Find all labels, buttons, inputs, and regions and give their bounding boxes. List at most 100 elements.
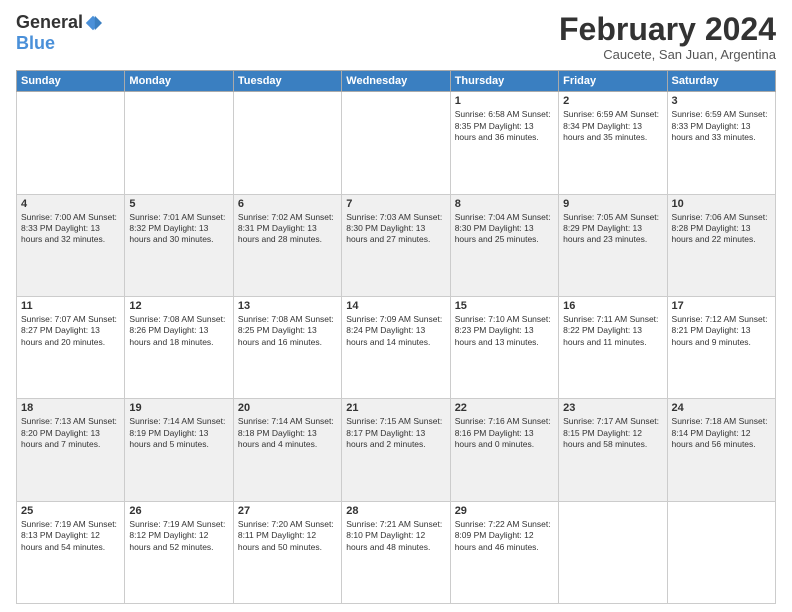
calendar-cell: [125, 92, 233, 194]
calendar-cell: 13Sunrise: 7:08 AM Sunset: 8:25 PM Dayli…: [233, 296, 341, 398]
calendar-cell: 26 Sunrise: 7:19 AM Sunset: 8:12 PM Dayli…: [125, 501, 233, 603]
calendar-cell: 28 Sunrise: 7:21 AM Sunset: 8:10 PM Dayli…: [342, 501, 450, 603]
day-number: 11: [21, 300, 120, 312]
day-number: 24: [672, 402, 771, 414]
calendar-cell: 7 Sunrise: 7:03 AM Sunset: 8:30 PM Daylig…: [342, 194, 450, 296]
day-number: 4: [21, 198, 120, 210]
calendar-cell: 3 Sunrise: 6:59 AM Sunset: 8:33 PM Daylig…: [667, 92, 775, 194]
day-info: Sunrise: 7:09 AM Sunset: 8:24 PM Dayligh…: [346, 314, 445, 348]
day-info: Sunrise: 7:03 AM Sunset: 8:30 PM Dayligh…: [346, 212, 445, 246]
day-number: 10: [672, 198, 771, 210]
day-number: 2: [563, 95, 662, 107]
calendar-cell: 18Sunrise: 7:13 AM Sunset: 8:20 PM Dayli…: [17, 399, 125, 501]
day-info: Sunrise: 7:19 AM Sunset: 8:12 PM Dayligh…: [129, 519, 228, 553]
logo-blue-text: Blue: [16, 33, 55, 54]
calendar-cell: 1Sunrise: 6:58 AM Sunset: 8:35 PM Daylig…: [450, 92, 558, 194]
day-info: Sunrise: 7:21 AM Sunset: 8:10 PM Dayligh…: [346, 519, 445, 553]
day-number: 5: [129, 198, 228, 210]
day-info: Sunrise: 7:15 AM Sunset: 8:17 PM Dayligh…: [346, 416, 445, 450]
calendar-cell: 16 Sunrise: 7:11 AM Sunset: 8:22 PM Dayli…: [559, 296, 667, 398]
day-number: 3: [672, 95, 771, 107]
day-info: Sunrise: 7:14 AM Sunset: 8:19 PM Dayligh…: [129, 416, 228, 450]
day-number: 12: [129, 300, 228, 312]
day-info: Sunrise: 7:06 AM Sunset: 8:28 PM Dayligh…: [672, 212, 771, 246]
calendar-cell: 14 Sunrise: 7:09 AM Sunset: 8:24 PM Dayli…: [342, 296, 450, 398]
day-header-thursday: Thursday: [450, 71, 558, 92]
day-number: 28: [346, 505, 445, 517]
day-info: Sunrise: 7:14 AM Sunset: 8:18 PM Dayligh…: [238, 416, 337, 450]
subtitle: Caucete, San Juan, Argentina: [559, 47, 776, 62]
week-row-1: 1Sunrise: 6:58 AM Sunset: 8:35 PM Daylig…: [17, 92, 776, 194]
day-number: 7: [346, 198, 445, 210]
calendar-cell: 15Sunrise: 7:10 AM Sunset: 8:23 PM Dayli…: [450, 296, 558, 398]
day-number: 26: [129, 505, 228, 517]
calendar-cell: [17, 92, 125, 194]
calendar-cell: [342, 92, 450, 194]
day-info: Sunrise: 7:12 AM Sunset: 8:21 PM Dayligh…: [672, 314, 771, 348]
day-info: Sunrise: 7:18 AM Sunset: 8:14 PM Dayligh…: [672, 416, 771, 450]
calendar-cell: 17 Sunrise: 7:12 AM Sunset: 8:21 PM Dayli…: [667, 296, 775, 398]
week-row-2: 4 Sunrise: 7:00 AM Sunset: 8:33 PM Daylig…: [17, 194, 776, 296]
day-info: Sunrise: 7:05 AM Sunset: 8:29 PM Dayligh…: [563, 212, 662, 246]
day-info: Sunrise: 7:10 AM Sunset: 8:23 PM Dayligh…: [455, 314, 554, 348]
day-number: 9: [563, 198, 662, 210]
calendar-cell: 21 Sunrise: 7:15 AM Sunset: 8:17 PM Dayli…: [342, 399, 450, 501]
day-info: Sunrise: 7:20 AM Sunset: 8:11 PM Dayligh…: [238, 519, 337, 553]
calendar-cell: 11 Sunrise: 7:07 AM Sunset: 8:27 PM Dayli…: [17, 296, 125, 398]
day-number: 19: [129, 402, 228, 414]
calendar-cell: 23Sunrise: 7:17 AM Sunset: 8:15 PM Dayli…: [559, 399, 667, 501]
day-info: Sunrise: 7:07 AM Sunset: 8:27 PM Dayligh…: [21, 314, 120, 348]
day-number: 8: [455, 198, 554, 210]
day-number: 22: [455, 402, 554, 414]
day-info: Sunrise: 7:00 AM Sunset: 8:33 PM Dayligh…: [21, 212, 120, 246]
logo-general-text: General: [16, 12, 83, 33]
calendar-cell: 29Sunrise: 7:22 AM Sunset: 8:09 PM Dayli…: [450, 501, 558, 603]
week-row-5: 25Sunrise: 7:19 AM Sunset: 8:13 PM Dayli…: [17, 501, 776, 603]
day-info: Sunrise: 6:59 AM Sunset: 8:33 PM Dayligh…: [672, 109, 771, 143]
calendar-cell: 27Sunrise: 7:20 AM Sunset: 8:11 PM Dayli…: [233, 501, 341, 603]
day-number: 6: [238, 198, 337, 210]
calendar-cell: 25Sunrise: 7:19 AM Sunset: 8:13 PM Dayli…: [17, 501, 125, 603]
day-info: Sunrise: 6:58 AM Sunset: 8:35 PM Dayligh…: [455, 109, 554, 143]
day-info: Sunrise: 7:17 AM Sunset: 8:15 PM Dayligh…: [563, 416, 662, 450]
day-number: 21: [346, 402, 445, 414]
day-info: Sunrise: 7:08 AM Sunset: 8:25 PM Dayligh…: [238, 314, 337, 348]
calendar-cell: 24 Sunrise: 7:18 AM Sunset: 8:14 PM Dayli…: [667, 399, 775, 501]
day-header-friday: Friday: [559, 71, 667, 92]
week-row-3: 11 Sunrise: 7:07 AM Sunset: 8:27 PM Dayli…: [17, 296, 776, 398]
day-info: Sunrise: 7:13 AM Sunset: 8:20 PM Dayligh…: [21, 416, 120, 450]
logo-icon: [84, 14, 102, 32]
day-header-saturday: Saturday: [667, 71, 775, 92]
title-block: February 2024 Caucete, San Juan, Argenti…: [559, 12, 776, 62]
calendar-cell: [233, 92, 341, 194]
days-header-row: SundayMondayTuesdayWednesdayThursdayFrid…: [17, 71, 776, 92]
calendar-table: SundayMondayTuesdayWednesdayThursdayFrid…: [16, 70, 776, 604]
calendar-cell: 4 Sunrise: 7:00 AM Sunset: 8:33 PM Daylig…: [17, 194, 125, 296]
day-header-wednesday: Wednesday: [342, 71, 450, 92]
day-info: Sunrise: 7:08 AM Sunset: 8:26 PM Dayligh…: [129, 314, 228, 348]
month-title: February 2024: [559, 12, 776, 47]
header: General Blue February 2024 Caucete, San …: [16, 12, 776, 62]
page: General Blue February 2024 Caucete, San …: [0, 0, 792, 612]
day-info: Sunrise: 7:04 AM Sunset: 8:30 PM Dayligh…: [455, 212, 554, 246]
day-info: Sunrise: 7:01 AM Sunset: 8:32 PM Dayligh…: [129, 212, 228, 246]
day-info: Sunrise: 6:59 AM Sunset: 8:34 PM Dayligh…: [563, 109, 662, 143]
calendar-cell: 6Sunrise: 7:02 AM Sunset: 8:31 PM Daylig…: [233, 194, 341, 296]
calendar-cell: [559, 501, 667, 603]
day-number: 25: [21, 505, 120, 517]
day-info: Sunrise: 7:11 AM Sunset: 8:22 PM Dayligh…: [563, 314, 662, 348]
day-header-monday: Monday: [125, 71, 233, 92]
calendar-cell: 10 Sunrise: 7:06 AM Sunset: 8:28 PM Dayli…: [667, 194, 775, 296]
calendar-cell: 9 Sunrise: 7:05 AM Sunset: 8:29 PM Daylig…: [559, 194, 667, 296]
week-row-4: 18Sunrise: 7:13 AM Sunset: 8:20 PM Dayli…: [17, 399, 776, 501]
calendar-cell: 19 Sunrise: 7:14 AM Sunset: 8:19 PM Dayli…: [125, 399, 233, 501]
day-header-tuesday: Tuesday: [233, 71, 341, 92]
day-number: 17: [672, 300, 771, 312]
day-number: 16: [563, 300, 662, 312]
day-number: 14: [346, 300, 445, 312]
calendar-cell: 8 Sunrise: 7:04 AM Sunset: 8:30 PM Daylig…: [450, 194, 558, 296]
calendar-cell: 12 Sunrise: 7:08 AM Sunset: 8:26 PM Dayli…: [125, 296, 233, 398]
calendar-cell: 5 Sunrise: 7:01 AM Sunset: 8:32 PM Daylig…: [125, 194, 233, 296]
day-number: 20: [238, 402, 337, 414]
day-number: 29: [455, 505, 554, 517]
